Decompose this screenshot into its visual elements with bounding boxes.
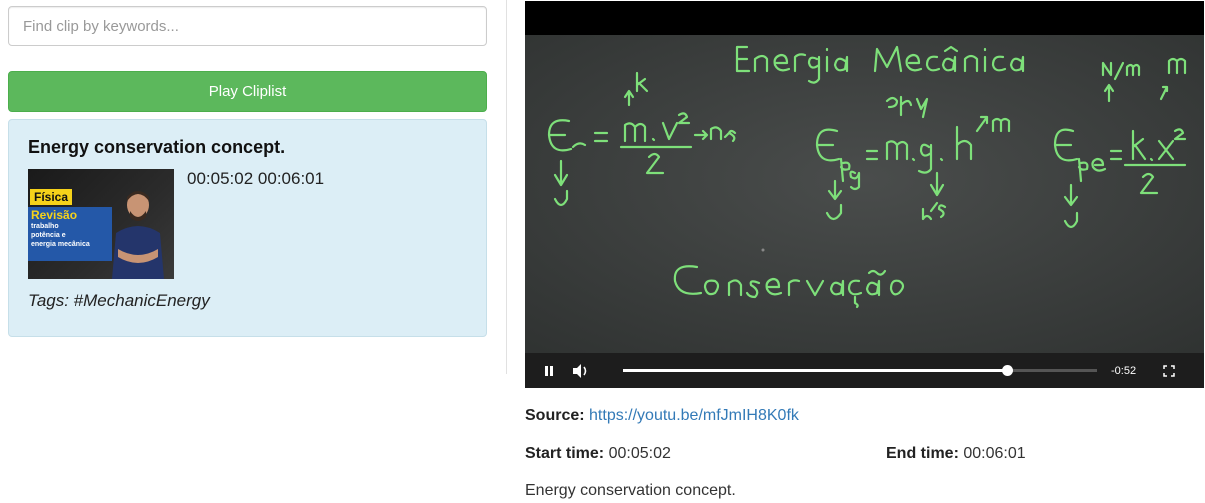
clip-card[interactable]: Energy conservation concept. Física Revi… <box>8 119 487 337</box>
clip-thumbnail[interactable]: Física Revisão trabalho potência e energ… <box>28 169 174 279</box>
start-time-row: Start time: 00:05:02 <box>525 444 671 464</box>
clip-tags: Tags: #MechanicEnergy <box>28 291 210 310</box>
source-link[interactable]: https://youtu.be/mfJmIH8K0fk <box>589 407 799 424</box>
clip-end-time: 00:06:01 <box>257 169 325 188</box>
volume-icon[interactable] <box>569 353 593 388</box>
video-player[interactable]: -0:52 <box>525 1 1204 388</box>
end-time-value: 00:06:01 <box>963 445 1026 462</box>
end-time-row: End time: 00:06:01 <box>886 444 1026 464</box>
start-time-value: 00:05:02 <box>608 445 671 462</box>
start-time-label: Start time: <box>525 445 605 462</box>
player-controls: -0:52 <box>525 353 1204 388</box>
thumbnail-line: potência e <box>31 232 66 239</box>
progress-handle[interactable] <box>1001 365 1013 376</box>
pause-icon[interactable] <box>525 353 573 388</box>
clip-sidebar: Play Cliplist Energy conservation concep… <box>8 6 487 337</box>
fullscreen-icon[interactable] <box>1160 353 1178 388</box>
clip-time-range: 00:05:02 00:06:01 <box>187 169 324 279</box>
thumbnail-caption: Revisão trabalho potência e energia mecâ… <box>28 207 112 261</box>
thumbnail-badge: Física <box>30 189 73 205</box>
clip-start-time: 00:05:02 <box>187 169 254 188</box>
end-time-label: End time: <box>886 445 959 462</box>
search-input[interactable] <box>8 6 487 46</box>
play-cliplist-button[interactable]: Play Cliplist <box>8 71 487 112</box>
progress-fill <box>623 369 1007 372</box>
progress-bar[interactable] <box>623 365 1097 376</box>
time-remaining: -0:52 <box>1111 364 1137 377</box>
source-row: Source: https://youtu.be/mfJmIH8K0fk <box>525 406 799 426</box>
column-divider <box>506 0 507 374</box>
video-frame <box>525 35 1204 355</box>
clip-title: Energy conservation concept. <box>28 137 286 157</box>
thumbnail-heading: Revisão <box>31 208 78 222</box>
clip-description: Energy conservation concept. <box>525 482 736 499</box>
thumbnail-line: trabalho <box>31 223 59 230</box>
source-label: Source: <box>525 407 585 424</box>
presenter-image <box>112 191 164 279</box>
thumbnail-line: energia mecânica <box>31 241 90 248</box>
